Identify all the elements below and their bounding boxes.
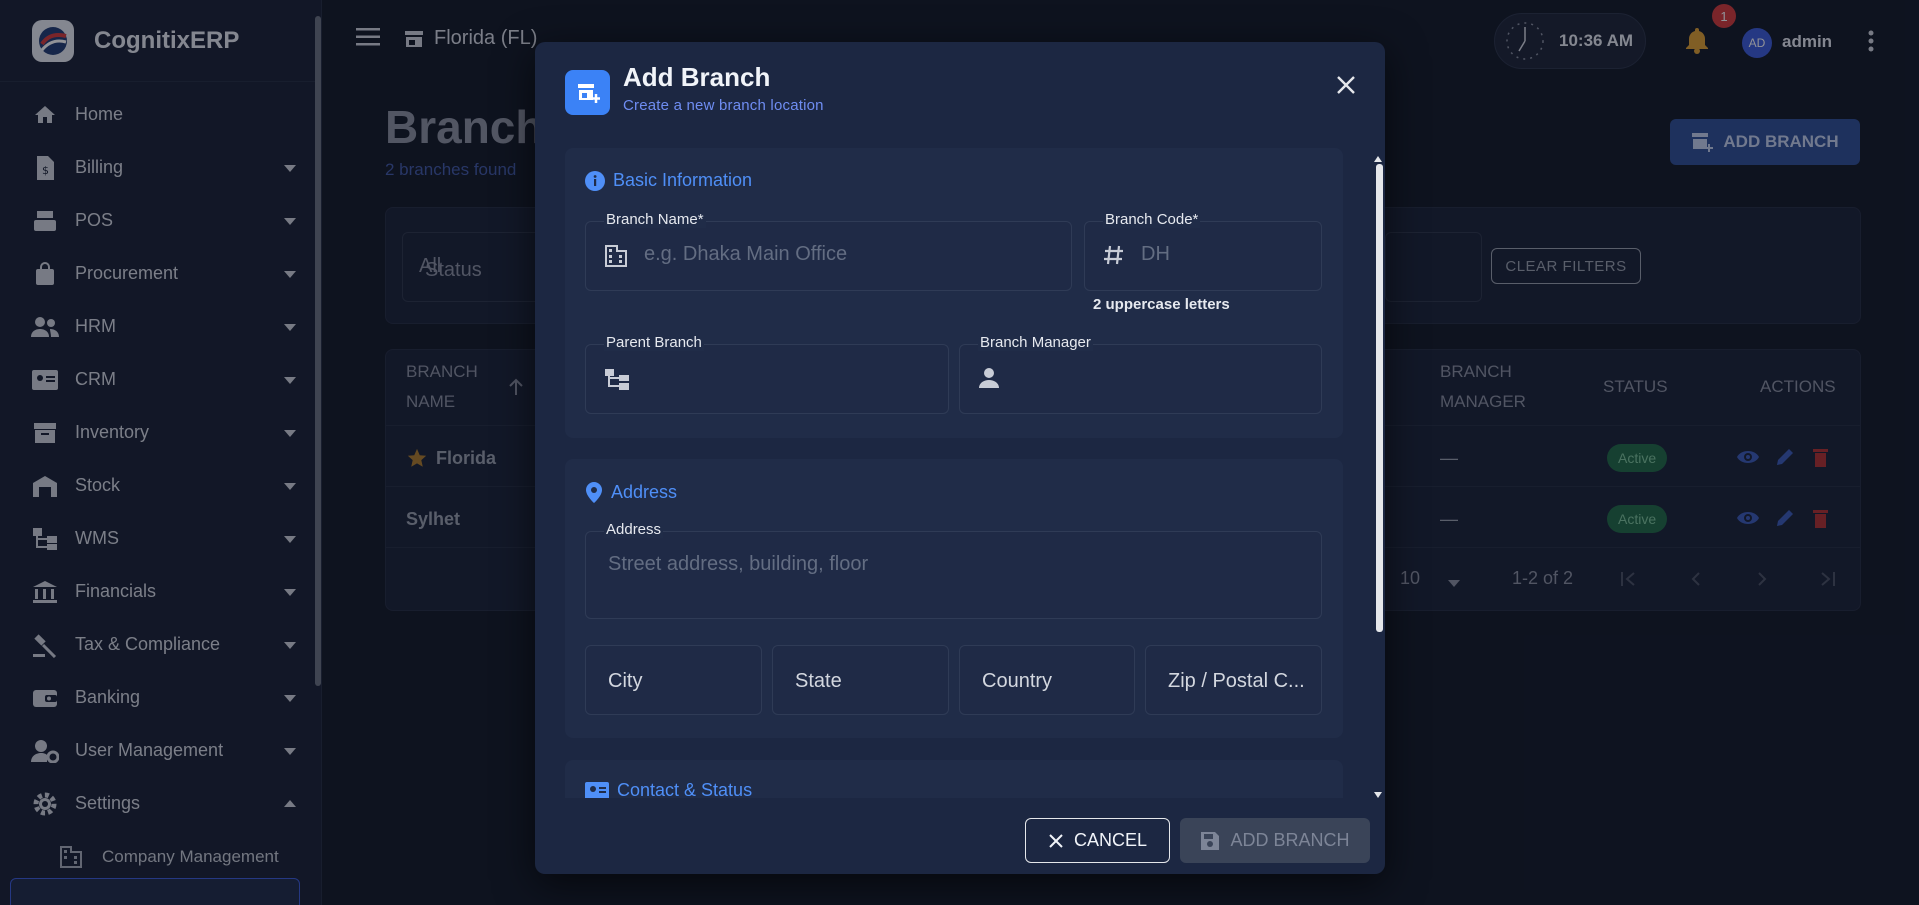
dialog-subtitle: Create a new branch location: [623, 97, 824, 114]
hierarchy-icon: [604, 367, 630, 396]
add-branch-dialog: Add Branch Create a new branch location …: [535, 42, 1385, 874]
location-pin-icon: [585, 481, 603, 503]
add-store-icon: [565, 70, 610, 115]
dialog-body: Basic Information Branch Name* e.g. Dhak…: [565, 148, 1343, 798]
branch-code-helper: 2 uppercase letters: [1093, 296, 1230, 313]
section-header: Address: [585, 481, 677, 503]
state-field[interactable]: State: [772, 645, 949, 715]
building-icon: [604, 244, 628, 273]
country-label: Country: [982, 670, 1053, 692]
zip-label: Zip / Postal C...: [1168, 670, 1305, 692]
city-label: City: [608, 670, 643, 692]
zip-field[interactable]: Zip / Postal C...: [1145, 645, 1322, 715]
branch-manager-field[interactable]: Branch Manager: [959, 334, 1322, 414]
address-input[interactable]: Street address, building, floor: [608, 553, 868, 576]
section-address: Address Address Street address, building…: [565, 459, 1343, 738]
close-icon[interactable]: [1331, 70, 1361, 100]
branch-name-input[interactable]: e.g. Dhaka Main Office: [644, 243, 847, 266]
cancel-button[interactable]: CANCEL: [1025, 818, 1170, 863]
field-label: Address: [604, 521, 664, 538]
field-label: Branch Manager: [978, 334, 1093, 351]
dialog-title: Add Branch: [623, 62, 771, 92]
scroll-down-icon[interactable]: [1373, 786, 1383, 804]
field-label: Parent Branch: [604, 334, 704, 351]
section-basic-information: Basic Information Branch Name* e.g. Dhak…: [565, 148, 1343, 438]
address-field[interactable]: Address Street address, building, floor: [585, 521, 1322, 619]
branch-name-field[interactable]: Branch Name* e.g. Dhaka Main Office: [585, 211, 1072, 291]
city-field[interactable]: City: [585, 645, 762, 715]
hash-icon: [1103, 244, 1125, 271]
section-header: Basic Information: [585, 170, 752, 191]
field-label: Branch Code*: [1103, 211, 1201, 228]
cancel-button-label: CANCEL: [1073, 830, 1148, 850]
submit-button-label: ADD BRANCH: [1230, 830, 1350, 850]
country-field[interactable]: Country: [959, 645, 1135, 715]
dialog-scrollbar[interactable]: [1376, 164, 1383, 632]
section-title: Basic Information: [613, 170, 753, 190]
field-label: Branch Name*: [604, 211, 706, 228]
contact-card-icon: [585, 781, 609, 798]
section-title: Contact & Status: [617, 780, 753, 798]
section-title: Address: [611, 481, 678, 502]
close-icon: [1049, 833, 1063, 848]
submit-add-branch-button[interactable]: ADD BRANCH: [1180, 818, 1370, 863]
section-contact-status: Contact & Status: [565, 760, 1343, 798]
save-icon: [1201, 831, 1220, 850]
state-label: State: [795, 670, 842, 692]
info-icon: [585, 170, 605, 191]
person-icon: [978, 367, 1000, 394]
parent-branch-field[interactable]: Parent Branch: [585, 334, 949, 414]
section-header: Contact & Status: [585, 780, 752, 798]
branch-code-input[interactable]: DH: [1141, 243, 1170, 266]
branch-code-field[interactable]: Branch Code* DH: [1084, 211, 1322, 291]
